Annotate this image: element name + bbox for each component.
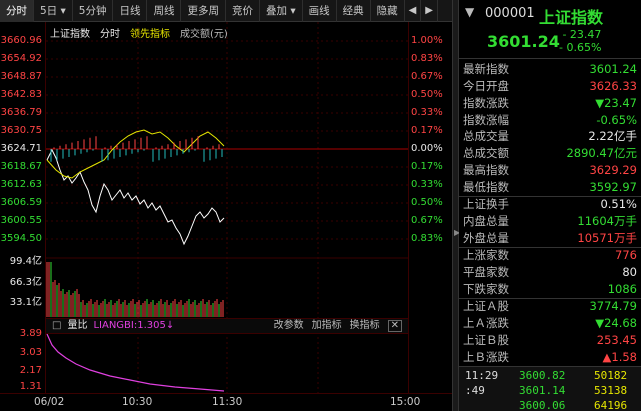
quote-value: 3592.97: [589, 180, 637, 194]
quote-row: 平盘家数 80: [459, 264, 641, 281]
quote-label: 上Ｂ涨跌: [463, 350, 509, 364]
tick-v: 53138: [594, 384, 628, 397]
quote-row: 上Ａ涨跌 ▼24.68: [459, 315, 641, 332]
quote-row: 最高指数 3629.29: [459, 162, 641, 179]
quote-panel: ▼ 000001 上证指数 3601.24 - 23.47 - 0.65% 最新…: [459, 0, 641, 411]
quote-label: 内盘总量: [463, 214, 509, 228]
quote-row: 上证Ａ股 3774.79: [459, 298, 641, 315]
quote-row: 最低指数 3592.97: [459, 179, 641, 196]
chart-index-name: 上证指数: [50, 29, 90, 40]
quote-value: -0.65%: [596, 113, 637, 127]
quote-value: 253.45: [596, 333, 637, 347]
panel-splitter[interactable]: ▶: [452, 0, 460, 411]
quote-row: 最新指数 3601.24: [459, 61, 641, 78]
tick-v: 50182: [594, 369, 628, 382]
last-price: 3601.24: [487, 32, 560, 51]
average-line: [46, 129, 225, 179]
tick-p: 3601.14: [519, 384, 566, 397]
liangbi-line: [46, 333, 225, 392]
switch-indicator-button[interactable]: 换指标: [350, 319, 380, 333]
x-label-1500: 15:00: [390, 396, 421, 408]
quote-row: 总成交量 2.22亿手: [459, 128, 641, 145]
chart-header: 上证指数 分时 领先指标 成交额(元): [50, 25, 228, 40]
tick-t: :49: [465, 384, 485, 397]
tick-p: 3600.82: [519, 369, 566, 382]
chart-time-label: 分时: [100, 29, 120, 40]
quote-value: 11604万手: [577, 214, 637, 228]
quote-label: 上证Ｂ股: [463, 333, 509, 347]
quote-value: 0.51%: [600, 197, 637, 211]
quote-label: 指数涨跌: [463, 96, 509, 110]
quote-label: 最低指数: [463, 180, 509, 194]
quote-value: 2.22亿手: [588, 129, 637, 143]
quote-value: 1086: [607, 282, 637, 296]
quote-value: 10571万手: [577, 231, 637, 245]
quote-value: 776: [615, 248, 637, 262]
quote-value: 3774.79: [589, 299, 637, 313]
quote-label: 今日开盘: [463, 79, 509, 93]
indicator-square-icon: □: [52, 320, 62, 331]
tick-list: 11:29 3600.82 50182 :49 3601.14 53138 3600.06 6…: [459, 367, 641, 411]
index-name: 上证指数: [539, 8, 604, 27]
tick-t: 11:29: [465, 369, 499, 382]
add-indicator-button[interactable]: 加指标: [312, 319, 342, 333]
tick-row: :49 3601.14 53138: [459, 383, 641, 399]
x-label-1130: 11:30: [212, 396, 243, 408]
index-code: 000001: [485, 6, 535, 21]
indicator-bar: □ 量比 LIANGBI:1.305↓ 改参数 加指标 换指标 ✕: [46, 318, 408, 334]
quote-label: 最高指数: [463, 163, 509, 177]
quote-row: 总成交额 2890.47亿元: [459, 145, 641, 162]
quote-label: 上Ａ涨跌: [463, 316, 509, 330]
tick-v: 64196: [594, 399, 628, 411]
quote-label: 上证Ａ股: [463, 299, 509, 313]
time-axis: 06/02 10:30 11:30 15:00: [0, 393, 452, 411]
quote-label: 上证换手: [463, 197, 509, 211]
quote-row: 指数涨跌 ▼23.47: [459, 95, 641, 112]
chart-leading-label: 领先指标: [130, 29, 170, 40]
indicator-value: LIANGBI:1.305↓: [93, 320, 175, 331]
close-icon[interactable]: ✕: [387, 320, 402, 332]
x-label-date: 06/02: [34, 396, 65, 408]
quote-value: 2890.47亿元: [566, 146, 637, 160]
quote-row: 下跌家数 1086: [459, 281, 641, 298]
quote-value: 80: [622, 265, 637, 279]
price-line: [46, 148, 225, 246]
quote-value: 3626.33: [589, 79, 637, 93]
tick-p: 3600.06: [519, 399, 566, 411]
quote-row: 上涨家数 776: [459, 247, 641, 264]
intraday-chart: [46, 22, 408, 393]
quote-label: 指数涨幅: [463, 113, 509, 127]
quote-label: 最新指数: [463, 62, 509, 76]
quote-row: 上证换手 0.51%: [459, 196, 641, 213]
x-label-1030: 10:30: [122, 396, 153, 408]
quote-value: 3629.29: [589, 163, 637, 177]
tick-row: 3600.06 64196: [459, 398, 641, 411]
price-change: - 23.47 - 0.65%: [559, 28, 602, 54]
quote-value: ▲1.58: [602, 350, 637, 364]
quote-row: 上证Ｂ股 253.45: [459, 332, 641, 349]
indicator-name: 量比: [67, 320, 88, 331]
quote-value: ▼24.68: [595, 316, 637, 330]
quote-label: 总成交量: [463, 129, 509, 143]
quote-label: 上涨家数: [463, 248, 509, 262]
quote-row: 今日开盘 3626.33: [459, 78, 641, 95]
favorite-icon[interactable]: ▼: [465, 5, 474, 19]
quote-label: 总成交额: [463, 146, 509, 160]
quote-label: 下跌家数: [463, 282, 509, 296]
tick-row: 11:29 3600.82 50182: [459, 368, 641, 384]
quote-label: 平盘家数: [463, 265, 509, 279]
divider: [459, 58, 641, 59]
quote-row: 内盘总量 11604万手: [459, 213, 641, 230]
modify-params-button[interactable]: 改参数: [274, 319, 304, 333]
quote-row: 指数涨幅 -0.65%: [459, 112, 641, 129]
quote-value: 3601.24: [589, 62, 637, 76]
quote-label: 外盘总量: [463, 231, 509, 245]
quote-row: 外盘总量 10571万手: [459, 230, 641, 247]
chart-volume-label: 成交额(元): [180, 29, 228, 40]
quote-value: ▼23.47: [595, 96, 637, 110]
quote-row: 上Ｂ涨跌 ▲1.58: [459, 349, 641, 366]
